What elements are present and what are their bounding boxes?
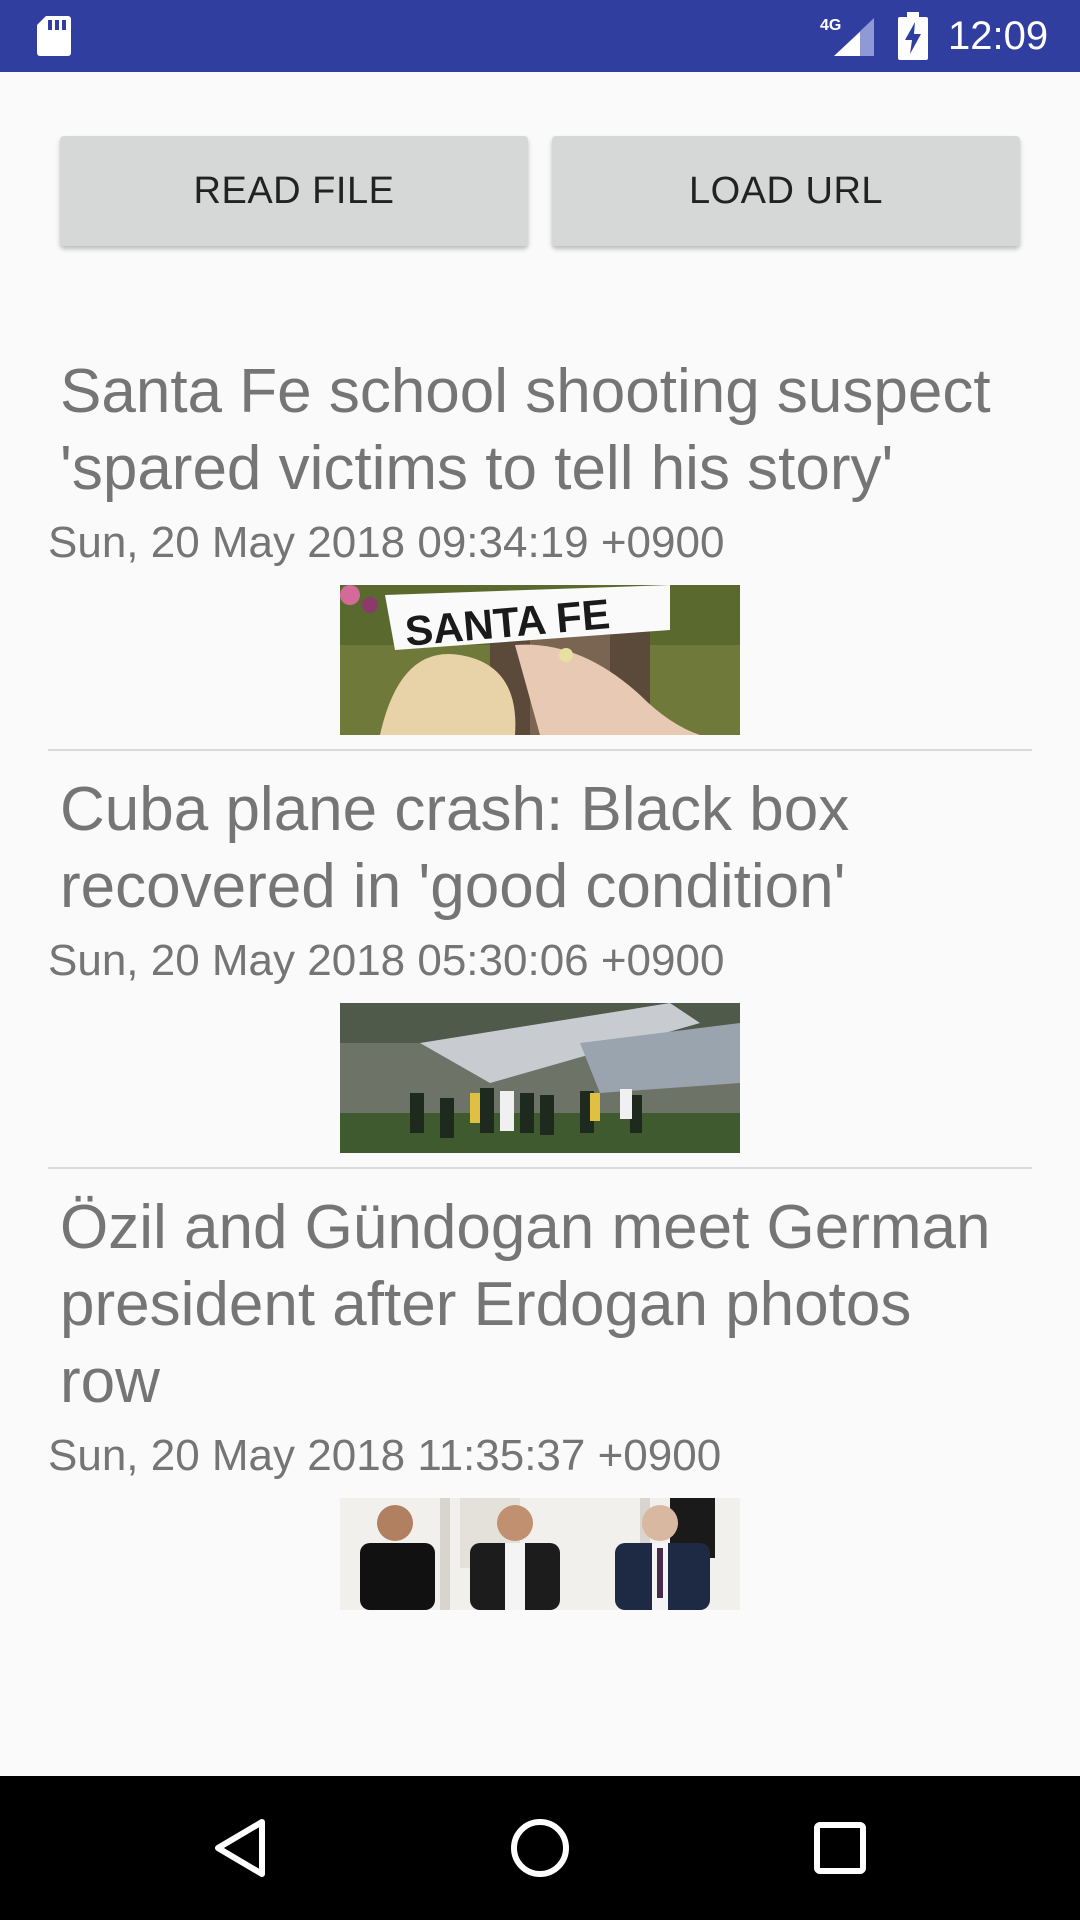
article-title: Santa Fe school shooting suspect 'spared… [60,357,991,503]
status-clock: 12:09 [948,14,1049,58]
list-item[interactable]: Cuba plane crash: Black box recovered in… [0,751,1080,1169]
list-item[interactable]: Santa Fe school shooting suspect 'spared… [0,300,1080,751]
article-date: Sun, 20 May 2018 09:34:19 +0900 [48,518,725,567]
status-bar: 4G 12:09 [0,0,1080,72]
article-thumbnail[interactable]: SANTA FE [340,585,740,735]
list-item[interactable]: Özil and Gündogan meet German president … [0,1169,1080,1610]
recents-icon[interactable] [800,1812,880,1884]
signal-icon: 4G [820,17,874,56]
article-thumbnail[interactable] [340,1498,740,1610]
network-type-label: 4G [820,17,841,34]
news-feed-list[interactable]: Santa Fe school shooting suspect 'spared… [0,300,1080,1776]
sd-card-icon [37,16,71,56]
article-date: Sun, 20 May 2018 11:35:37 +0900 [48,1431,722,1480]
home-icon[interactable] [500,1812,580,1884]
load-url-button[interactable]: LOAD URL [552,136,1020,246]
article-title: Özil and Gündogan meet German president … [60,1193,991,1416]
article-date: Sun, 20 May 2018 05:30:06 +0900 [48,936,725,985]
article-title: Cuba plane crash: Black box recovered in… [60,775,850,921]
article-thumbnail[interactable] [340,1003,740,1153]
back-icon[interactable] [200,1812,280,1884]
read-file-button[interactable]: READ FILE [60,136,528,246]
battery-charging-icon [898,12,928,60]
navigation-bar [0,1776,1080,1920]
